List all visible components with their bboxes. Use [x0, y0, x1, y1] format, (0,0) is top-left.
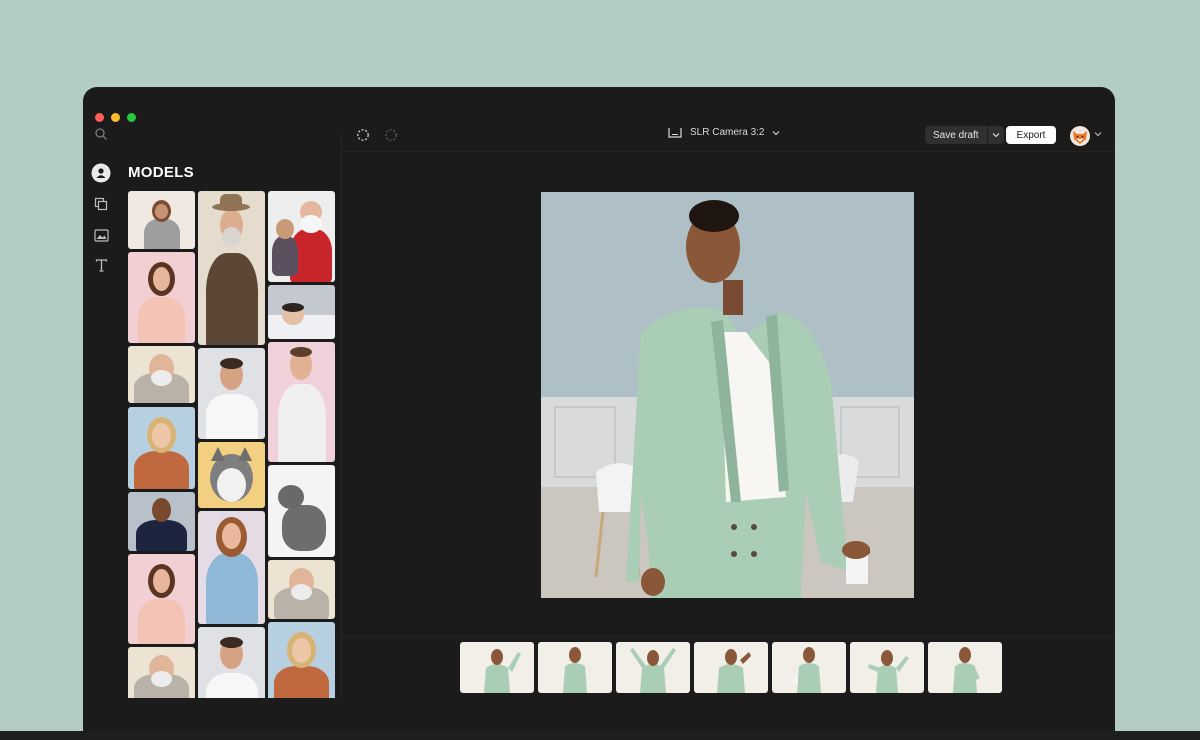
model-baby-sleeping[interactable]: [268, 285, 335, 339]
pose-thumbnail-3[interactable]: [616, 642, 690, 693]
pose-thumbnail-5[interactable]: [772, 642, 846, 693]
strip-divider: [342, 636, 1115, 637]
pose-thumbnail-1[interactable]: [460, 642, 534, 693]
app-window: MODELS SLR Camera 3:2 Save draft Export: [83, 87, 1115, 740]
model-woman-pink-2[interactable]: [128, 554, 195, 644]
chevron-down-icon: [773, 130, 780, 135]
model-woman-bob[interactable]: [128, 191, 195, 249]
save-options-button[interactable]: [988, 132, 1004, 138]
text-icon[interactable]: [91, 255, 111, 275]
model-man-fedora[interactable]: [198, 191, 265, 345]
export-button[interactable]: Export: [1006, 126, 1056, 144]
image-icon[interactable]: [91, 225, 111, 245]
model-husky-dog[interactable]: [198, 442, 265, 508]
save-draft-label: Save draft: [933, 129, 979, 141]
chevron-down-icon[interactable]: [1094, 131, 1102, 137]
models-panel: MODELS: [119, 131, 341, 698]
pose-image: [630, 648, 676, 693]
undo-icon[interactable]: [356, 128, 370, 142]
model-gray-cat[interactable]: [268, 465, 335, 557]
model-santa-child[interactable]: [268, 191, 335, 282]
zoom-window-button[interactable]: [127, 113, 136, 122]
templates-icon[interactable]: [91, 194, 111, 214]
toolbar-divider: [342, 151, 1115, 152]
pose-thumbnail-2[interactable]: [538, 642, 612, 693]
fox-avatar-icon: [1073, 131, 1087, 144]
model-man-white-shirt-2[interactable]: [198, 627, 265, 698]
pose-image: [563, 647, 587, 693]
panel-title: MODELS: [128, 164, 194, 181]
model-man-beard-glasses-3[interactable]: [268, 560, 335, 619]
pose-thumbnail-7[interactable]: [928, 642, 1002, 693]
left-rail: [83, 128, 119, 691]
main-canvas-image[interactable]: [541, 192, 914, 598]
model-man-beard-glasses-2[interactable]: [128, 647, 195, 698]
window-controls: [95, 113, 136, 122]
frame-icon: [668, 128, 682, 138]
camera-label: SLR Camera 3:2: [690, 127, 765, 138]
model-woman-pink[interactable]: [128, 252, 195, 343]
minimize-window-button[interactable]: [111, 113, 120, 122]
model-man-tattoo[interactable]: [268, 342, 335, 462]
model-woman-blonde-2[interactable]: [268, 622, 335, 698]
pose-image: [868, 650, 909, 693]
models-icon[interactable]: [91, 163, 111, 183]
camera-selector[interactable]: SLR Camera 3:2: [668, 127, 780, 138]
model-man-white-shirt[interactable]: [198, 348, 265, 439]
chevron-down-icon: [992, 133, 999, 138]
model-woman-blonde[interactable]: [128, 407, 195, 489]
top-toolbar: SLR Camera 3:2 Save draft Export: [342, 123, 1115, 151]
model-photo: [541, 192, 914, 598]
search-icon[interactable]: [94, 127, 108, 141]
model-man-tuxedo[interactable]: [128, 492, 195, 551]
model-woman-denim[interactable]: [198, 511, 265, 624]
save-draft-button[interactable]: Save draft: [925, 126, 1004, 144]
desktop-bottom-bar: [0, 731, 1200, 740]
redo-icon[interactable]: [384, 128, 398, 142]
pose-image: [717, 649, 751, 693]
pose-image: [484, 649, 521, 693]
user-avatar[interactable]: [1070, 126, 1090, 146]
model-man-beard-glasses[interactable]: [128, 346, 195, 403]
close-window-button[interactable]: [95, 113, 104, 122]
pose-thumbnail-4[interactable]: [694, 642, 768, 693]
panel-divider: [341, 131, 342, 698]
pose-image: [953, 647, 980, 693]
pose-thumbnail-6[interactable]: [850, 642, 924, 693]
pose-image: [793, 647, 821, 693]
